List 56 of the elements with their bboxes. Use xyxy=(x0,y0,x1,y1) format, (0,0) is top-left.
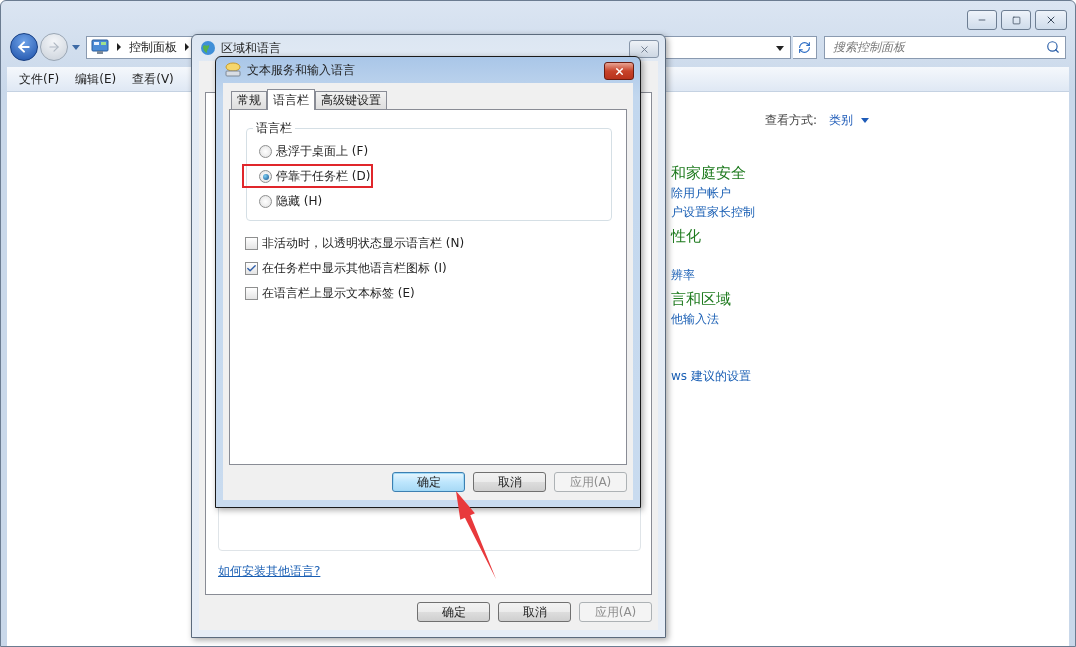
menu-item[interactable]: 查看(V) xyxy=(124,70,182,88)
category-heading[interactable]: 和家庭安全 xyxy=(671,163,1069,184)
cancel-button[interactable]: 取消 xyxy=(498,602,571,622)
checkbox-label[interactable]: 在任务栏中显示其他语言栏图标 (I) xyxy=(262,260,447,277)
category-heading[interactable]: 性化 xyxy=(671,226,1069,247)
search-icon[interactable] xyxy=(1046,39,1060,54)
category-link[interactable]: 辨率 xyxy=(671,266,1069,285)
arrow-right-icon xyxy=(47,40,61,54)
tab[interactable]: 常规 xyxy=(231,91,267,109)
dialog-title: 区域和语言 xyxy=(221,39,281,57)
history-caret-icon[interactable] xyxy=(72,44,80,50)
back-button[interactable] xyxy=(10,33,38,61)
ok-button[interactable]: 确定 xyxy=(417,602,490,622)
globe-icon xyxy=(200,40,216,56)
minimize-button[interactable] xyxy=(967,10,997,30)
close-icon xyxy=(613,65,625,77)
close-icon xyxy=(1045,14,1057,26)
radio-button[interactable] xyxy=(259,195,272,208)
checkbox-label[interactable]: 在语言栏上显示文本标签 (E) xyxy=(262,285,415,302)
breadcrumb-arrow-icon[interactable] xyxy=(117,43,121,51)
tab[interactable]: 语言栏 xyxy=(267,89,315,110)
maximize-button[interactable] xyxy=(1001,10,1031,30)
refresh-button[interactable] xyxy=(793,35,817,59)
view-by-dropdown[interactable]: 类别 xyxy=(829,112,873,129)
ok-button[interactable]: 确定 xyxy=(392,472,465,492)
checkbox[interactable] xyxy=(245,237,258,250)
category-link[interactable]: ws 建议的设置 xyxy=(671,367,1069,386)
view-by-label: 查看方式: xyxy=(764,112,817,129)
menu-item[interactable]: 文件(F) xyxy=(11,70,68,88)
control-panel-icon xyxy=(91,39,109,55)
close-icon xyxy=(638,43,650,55)
radio-button[interactable] xyxy=(259,145,272,158)
radio-label[interactable]: 隐藏 (H) xyxy=(276,193,323,210)
help-link[interactable]: 如何安装其他语言? xyxy=(218,563,321,580)
category-link[interactable]: 户设置家长控制 xyxy=(671,203,1069,222)
close-button[interactable] xyxy=(604,62,634,80)
keyboard-icon xyxy=(224,62,242,78)
group-label: 语言栏 xyxy=(255,120,293,137)
maximize-icon xyxy=(1011,15,1021,25)
category-heading[interactable]: 言和区域 xyxy=(671,289,1069,310)
search-field[interactable]: 搜索控制面板 xyxy=(824,35,1066,59)
checkbox[interactable] xyxy=(245,262,258,275)
cancel-button[interactable]: 取消 xyxy=(473,472,546,492)
menu-item[interactable]: 编辑(E) xyxy=(67,70,125,88)
breadcrumb-item[interactable]: 控制面板 xyxy=(129,38,177,56)
category-link[interactable]: 他输入法 xyxy=(671,310,1069,329)
tab[interactable]: 高级键设置 xyxy=(315,91,387,109)
checkbox-label[interactable]: 非活动时，以透明状态显示语言栏 (N) xyxy=(262,235,465,252)
radio-label[interactable]: 停靠于任务栏 (D) xyxy=(276,168,371,185)
category-link[interactable]: 除用户帐户 xyxy=(671,184,1069,203)
dropdown-caret-icon[interactable] xyxy=(776,45,784,51)
refresh-icon xyxy=(798,40,811,54)
radio-label[interactable]: 悬浮于桌面上 (F) xyxy=(276,143,369,160)
checkbox[interactable] xyxy=(245,287,258,300)
radio-button[interactable] xyxy=(259,170,272,183)
dialog-title: 文本服务和输入语言 xyxy=(247,61,355,79)
